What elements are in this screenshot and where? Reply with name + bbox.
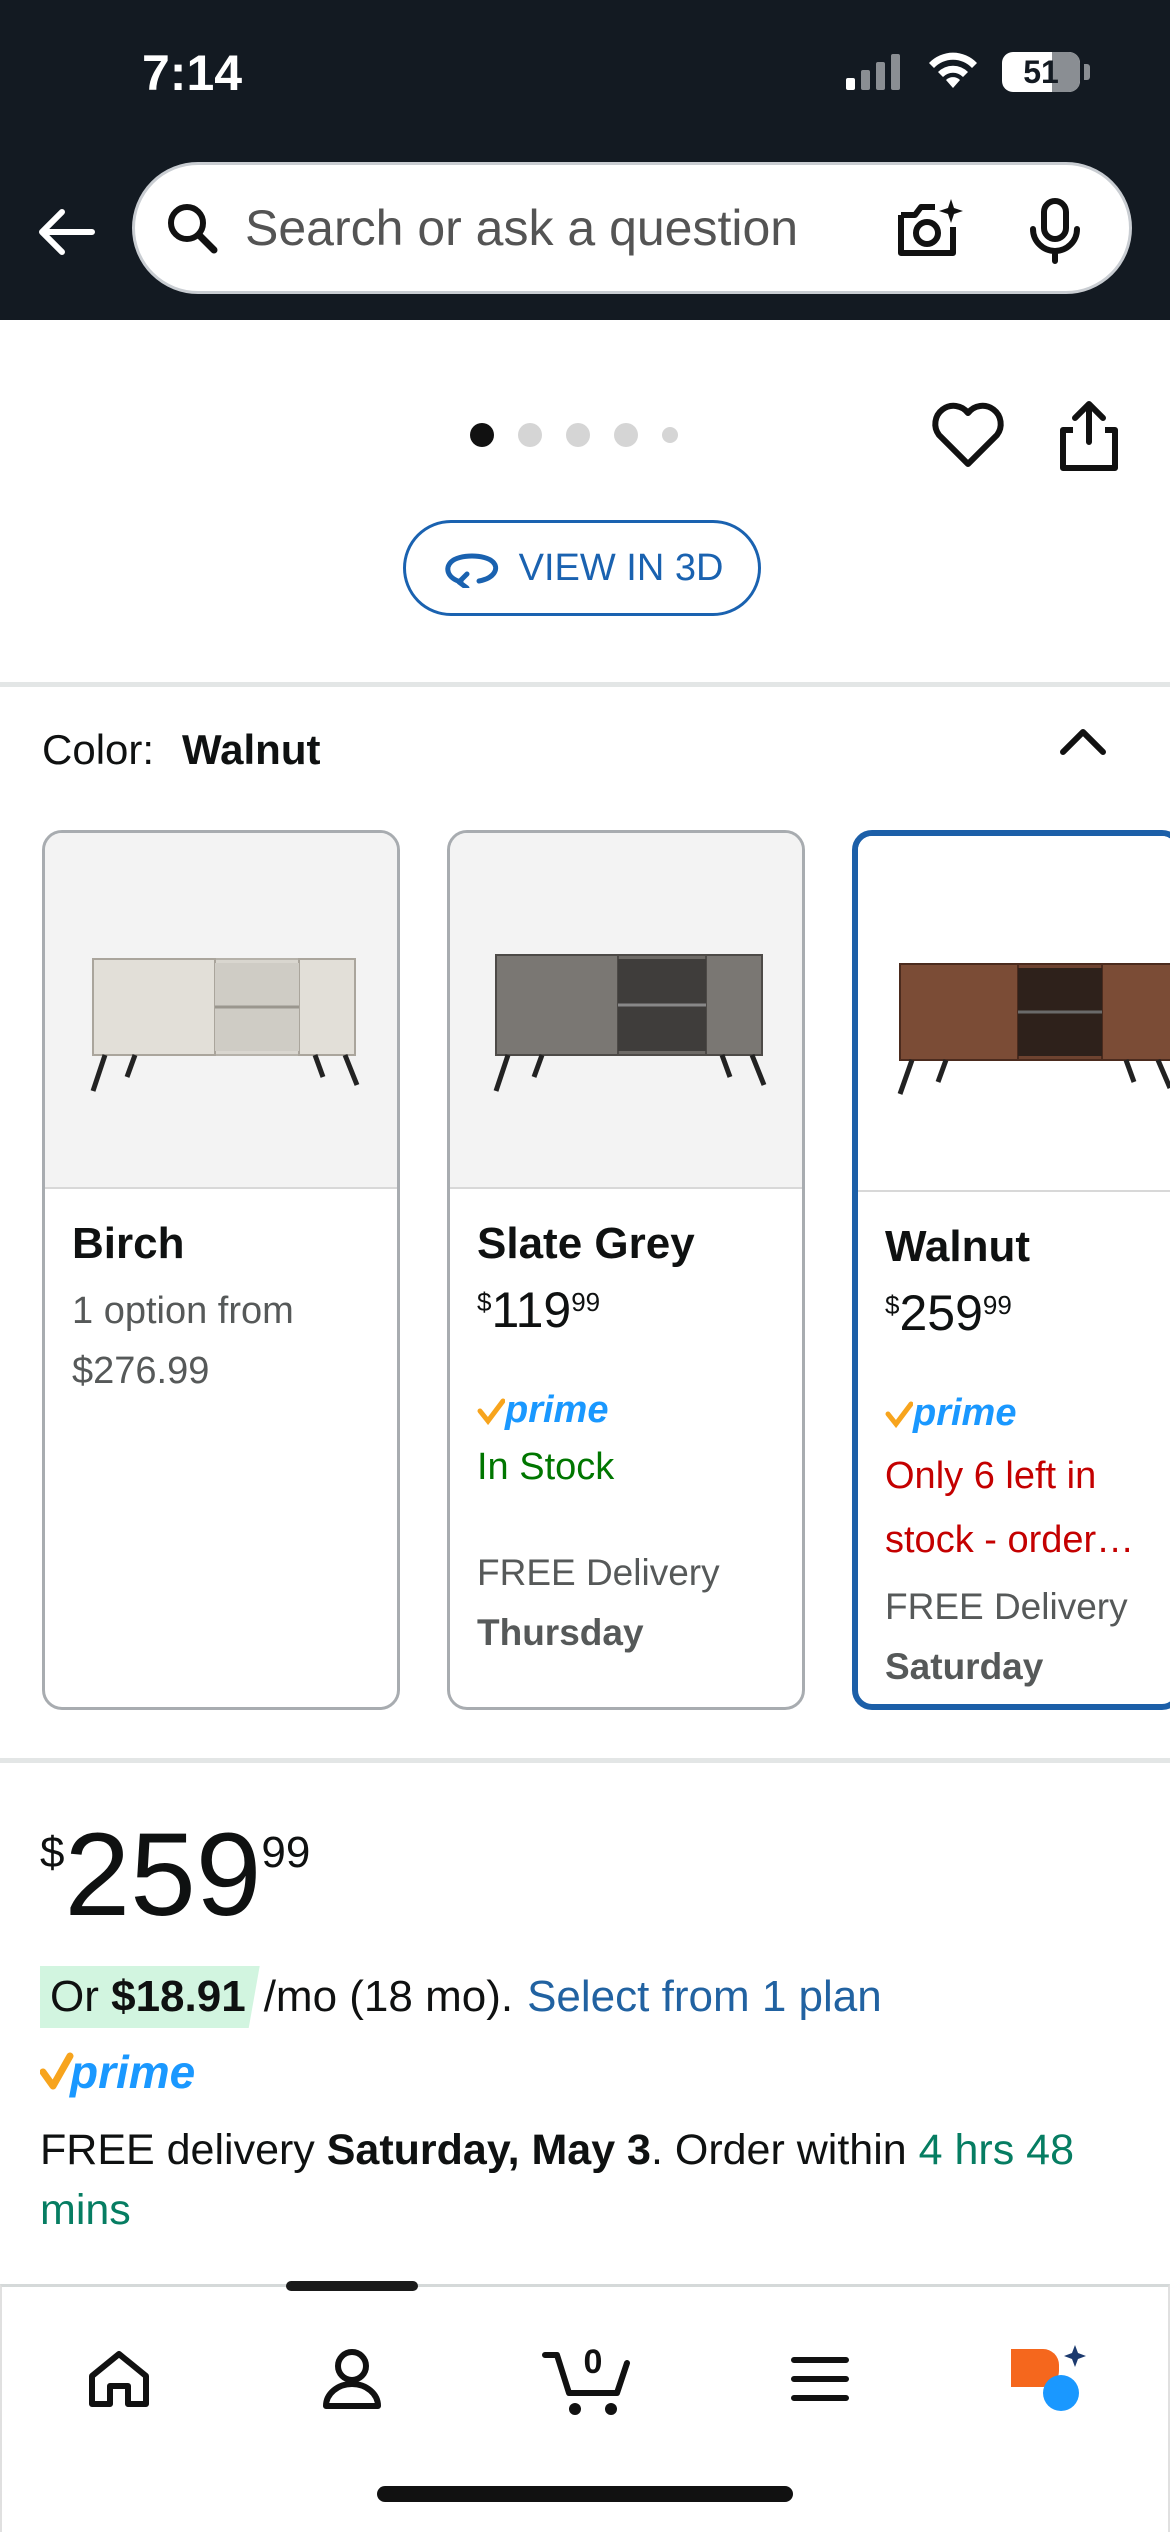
price-cents: 99 [261,1828,311,1877]
color-option-name: Slate Grey [477,1219,695,1268]
delivery-date: Saturday, May 3 [326,2126,651,2174]
microphone-icon[interactable] [1019,195,1091,267]
prime-check-icon [477,1398,505,1425]
carousel-dot[interactable] [566,423,590,447]
prime-check-icon [885,1401,913,1428]
selected-color: Walnut [182,726,321,773]
user-icon [323,2349,381,2409]
delivery-label: FREE Delivery [477,1552,720,1593]
status-icons: 51 [846,52,1090,92]
prime-badge: prime [885,1392,1149,1435]
nav-account[interactable] [302,2329,402,2429]
arrow-left-icon [39,209,95,255]
prime-badge: prime [477,1389,775,1432]
color-label: Color: [42,726,155,773]
product-thumbnail [45,833,397,1189]
financing-row: Or $18.91 /mo (18 mo). Select from 1 pla… [40,1966,882,2028]
assistant-icon [1011,2345,1086,2411]
delivery-day: Saturday [885,1646,1044,1687]
home-indicator [377,2486,793,2502]
share-icon [1060,401,1118,471]
camera-search-icon[interactable] [895,195,967,267]
cellular-signal-icon [846,54,900,90]
monthly-payment-chip: Or $18.91 [40,1966,260,2028]
select-plan-link[interactable]: Select from 1 plan [527,1972,882,2022]
rotate-3d-icon [444,553,498,588]
stock-status: Only 6 left in [885,1455,1097,1497]
stock-status-cont: stock - order… [885,1519,1135,1561]
battery-indicator: 51 [1002,52,1080,92]
price-whole: 259 [64,1809,262,1941]
collapse-color-button[interactable] [1055,720,1111,764]
add-to-list-button[interactable] [930,400,1006,470]
financing-term: /mo (18 mo). [263,1972,514,2021]
search-input[interactable] [245,199,865,257]
color-option-name: Birch [72,1219,185,1268]
active-tab-indicator [286,2281,418,2291]
section-divider [0,682,1170,687]
carousel-dot[interactable] [662,427,678,443]
color-option-slate-grey[interactable]: Slate Grey $ 119 99 prime In Stock FREE … [447,830,805,1710]
search-icon [161,197,223,259]
status-time: 7:14 [142,45,243,101]
home-icon [89,2351,149,2407]
color-option-birch[interactable]: Birch 1 option from $276.99 [42,830,400,1710]
carousel-dot[interactable] [518,423,542,447]
view-in-3d-button[interactable]: VIEW IN 3D [403,520,761,616]
carousel-dot[interactable] [470,423,494,447]
option-count: 1 option from [72,1290,294,1332]
color-selector-heading: Color: Walnut [42,726,320,774]
menu-icon [791,2357,849,2401]
nav-home[interactable] [69,2329,169,2429]
delivery-info: FREE delivery Saturday, May 3. Order wit… [40,2126,1074,2234]
share-button[interactable] [1055,398,1123,474]
option-price: $ 119 99 [477,1282,601,1338]
view-in-3d-label: VIEW IN 3D [518,546,724,589]
nav-cart[interactable]: 0 [534,2329,644,2429]
battery-tip [1084,64,1090,80]
cart-count: 0 [584,2343,603,2381]
top-header: 7:14 51 [0,0,1170,320]
wifi-icon [929,52,977,88]
color-option-walnut[interactable]: Walnut $ 259 99 prime Only 6 left in sto… [852,830,1170,1710]
search-bar[interactable] [132,162,1132,294]
delivery-day: Thursday [477,1612,644,1653]
prime-text: prime [68,2046,195,2098]
cart-icon: 0 [542,2343,630,2415]
image-carousel-dots[interactable] [470,423,678,447]
section-divider [0,1758,1170,1763]
chevron-up-icon [1060,729,1106,755]
option-price: $276.99 [72,1350,210,1392]
price-symbol: $ [40,1828,65,1877]
nav-rufus-assistant[interactable] [998,2329,1098,2429]
stock-status: In Stock [477,1446,615,1488]
product-thumbnail [858,836,1170,1192]
product-thumbnail [450,833,802,1189]
option-price: $ 259 99 [885,1285,1012,1341]
product-price: $ 259 99 [40,1810,310,1940]
carousel-dot[interactable] [614,423,638,447]
back-button[interactable] [34,200,98,264]
nav-menu[interactable] [770,2329,870,2429]
delivery-label: FREE Delivery [885,1586,1128,1627]
heart-icon [932,402,1004,467]
battery-level: 51 [1023,53,1059,90]
prime-logo: prime [39,2046,210,2107]
color-option-name: Walnut [885,1222,1030,1271]
